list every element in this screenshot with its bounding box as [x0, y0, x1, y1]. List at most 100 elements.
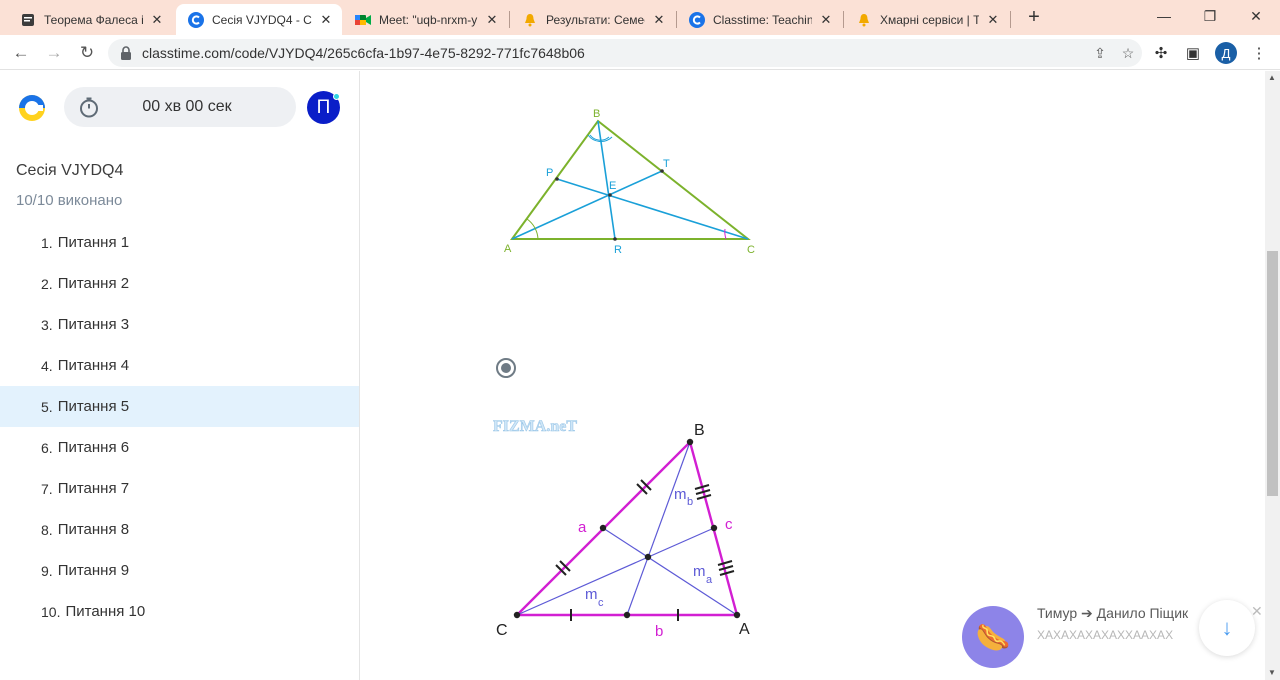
extensions-icon[interactable]: ✣ [1148, 40, 1174, 66]
classtime-icon [689, 11, 705, 28]
question-label: Питання 6 [57, 439, 130, 456]
question-label: Питання 1 [57, 234, 130, 251]
label-ma-sub: a [706, 574, 713, 586]
restore-icon[interactable]: ❐ [1187, 0, 1233, 32]
session-title: Сесія VJYDQ4 [16, 162, 124, 179]
profile-button[interactable]: Д [1213, 40, 1239, 66]
tab-4[interactable]: Результати: Семест ✕ [510, 4, 675, 35]
label-a: A [504, 243, 512, 255]
question-item[interactable]: 6. Питання 6 [0, 427, 359, 468]
question-content: A B C P T E R FIZMA.neT B C A a b c m b … [360, 71, 1265, 680]
user-avatar[interactable]: П [307, 91, 340, 124]
close-icon[interactable]: ✕ [318, 12, 334, 28]
label-a: A [739, 621, 750, 638]
question-number: 9. [41, 562, 53, 579]
question-number: 6. [41, 439, 53, 456]
scroll-down-button[interactable]: ↓ [1199, 600, 1255, 656]
menu-kebab-icon[interactable]: ⋮ [1246, 40, 1272, 66]
question-item[interactable]: 4. Питання 4 [0, 345, 359, 386]
browser-toolbar: ← → ↻ classtime.com/code/VJYDQ4/265c6cfa… [0, 35, 1280, 70]
scroll-up-icon[interactable]: ▲ [1268, 73, 1276, 82]
label-t: T [663, 158, 670, 170]
label-mc-sub: c [598, 597, 604, 609]
midpoint-ab [710, 524, 718, 532]
question-number: 2. [41, 275, 53, 292]
question-number: 10. [41, 603, 61, 620]
back-icon[interactable]: ← [8, 40, 34, 66]
notification-message: ХАХАХАХАХАХХААХАХ [1037, 628, 1174, 642]
question-item[interactable]: 1. Питання 1 [0, 222, 359, 263]
scroll-thumb[interactable] [1267, 251, 1278, 496]
label-side-a: a [578, 519, 587, 536]
question-item[interactable]: 10. Питання 10 [0, 591, 359, 632]
page-scrollbar[interactable]: ▲ ▼ [1265, 71, 1280, 680]
bell-icon [522, 12, 538, 28]
question-number: 8. [41, 521, 53, 538]
angle-mark-c [724, 228, 727, 240]
close-icon[interactable]: ✕ [818, 12, 834, 28]
triangle-abc [514, 439, 739, 617]
question-number: 7. [41, 480, 53, 497]
avatar-letter: П [316, 96, 331, 118]
scroll-down-icon[interactable]: ▼ [1268, 668, 1276, 677]
stopwatch-icon [78, 96, 100, 118]
question-item[interactable]: 9. Питання 9 [0, 550, 359, 591]
close-icon[interactable]: ✕ [149, 12, 165, 28]
label-b: B [593, 108, 600, 120]
tab-strip: Теорема Фалеса і т ✕ Сесія VJYDQ4 - Cla … [0, 0, 1280, 35]
close-icon[interactable]: ✕ [484, 12, 500, 28]
answer-radio-button[interactable] [496, 358, 516, 378]
median-mc [516, 527, 715, 616]
tab-3[interactable]: Meet: "uqb-nrxm-y ✕ [343, 4, 508, 35]
tick-mark [717, 560, 733, 566]
classtime-logo-icon[interactable] [18, 94, 46, 122]
vertex-a [733, 611, 741, 619]
notification-sender: Тимур ➔ Данило Піщик [1037, 605, 1189, 621]
share-icon[interactable]: ⇪ [1086, 45, 1114, 62]
question-item[interactable]: 2. Питання 2 [0, 263, 359, 304]
triangle-medians-figure: FIZMA.neT B C A a b c m b m a m c [493, 417, 761, 645]
tab-separator [1010, 11, 1011, 28]
timer-value: 00 хв 00 сек [142, 98, 232, 115]
address-bar[interactable]: classtime.com/code/VJYDQ4/265c6cfa-1b97-… [108, 39, 1142, 67]
tab-6[interactable]: Хмарні сервіси | Те ✕ [844, 4, 1009, 35]
profile-avatar: Д [1215, 42, 1237, 64]
new-tab-icon[interactable]: + [1022, 6, 1046, 30]
tab-separator [843, 11, 844, 28]
timer: 00 хв 00 сек [64, 87, 296, 127]
online-status-dot [333, 93, 340, 100]
question-label: Питання 3 [57, 316, 130, 333]
question-item[interactable]: 3. Питання 3 [0, 304, 359, 345]
reload-icon[interactable]: ↻ [74, 40, 100, 66]
label-ma: m [693, 563, 706, 580]
vertex-b [686, 438, 694, 446]
question-number: 1. [41, 234, 53, 251]
label-c: C [747, 244, 755, 256]
question-label: Питання 10 [65, 603, 146, 620]
question-item-selected[interactable]: 5. Питання 5 [0, 386, 359, 427]
meet-icon [355, 12, 371, 28]
forward-icon[interactable]: → [41, 40, 67, 66]
tab-1[interactable]: Теорема Фалеса і т ✕ [8, 4, 173, 35]
sidebar: 00 хв 00 сек П Сесія VJYDQ4 10/10 викона… [0, 71, 360, 680]
side-panel-icon[interactable]: ▣ [1180, 40, 1206, 66]
label-side-b: b [655, 623, 663, 640]
close-icon[interactable]: ✕ [651, 12, 667, 28]
tab-2[interactable]: Сесія VJYDQ4 - Cla ✕ [176, 4, 342, 35]
arrow-down-icon: ↓ [1221, 615, 1233, 640]
window-close-icon[interactable]: ✕ [1233, 0, 1279, 32]
midpoint-bc [599, 524, 607, 532]
bookmark-star-icon[interactable]: ☆ [1114, 45, 1142, 62]
progress-text: 10/10 виконано [16, 192, 123, 209]
question-item[interactable]: 8. Питання 8 [0, 509, 359, 550]
centroid [644, 553, 652, 561]
bisector-cp [556, 178, 749, 240]
question-label: Питання 9 [57, 562, 130, 579]
question-item[interactable]: 7. Питання 7 [0, 468, 359, 509]
hotdog-avatar-icon: 🌭 [962, 606, 1024, 668]
watermark-text: FIZMA.neT [493, 418, 577, 435]
minimize-icon[interactable]: — [1141, 0, 1187, 32]
document-icon [20, 12, 36, 28]
close-icon[interactable]: ✕ [985, 12, 1001, 28]
tab-5[interactable]: Classtime: Teaching ✕ [677, 4, 842, 35]
